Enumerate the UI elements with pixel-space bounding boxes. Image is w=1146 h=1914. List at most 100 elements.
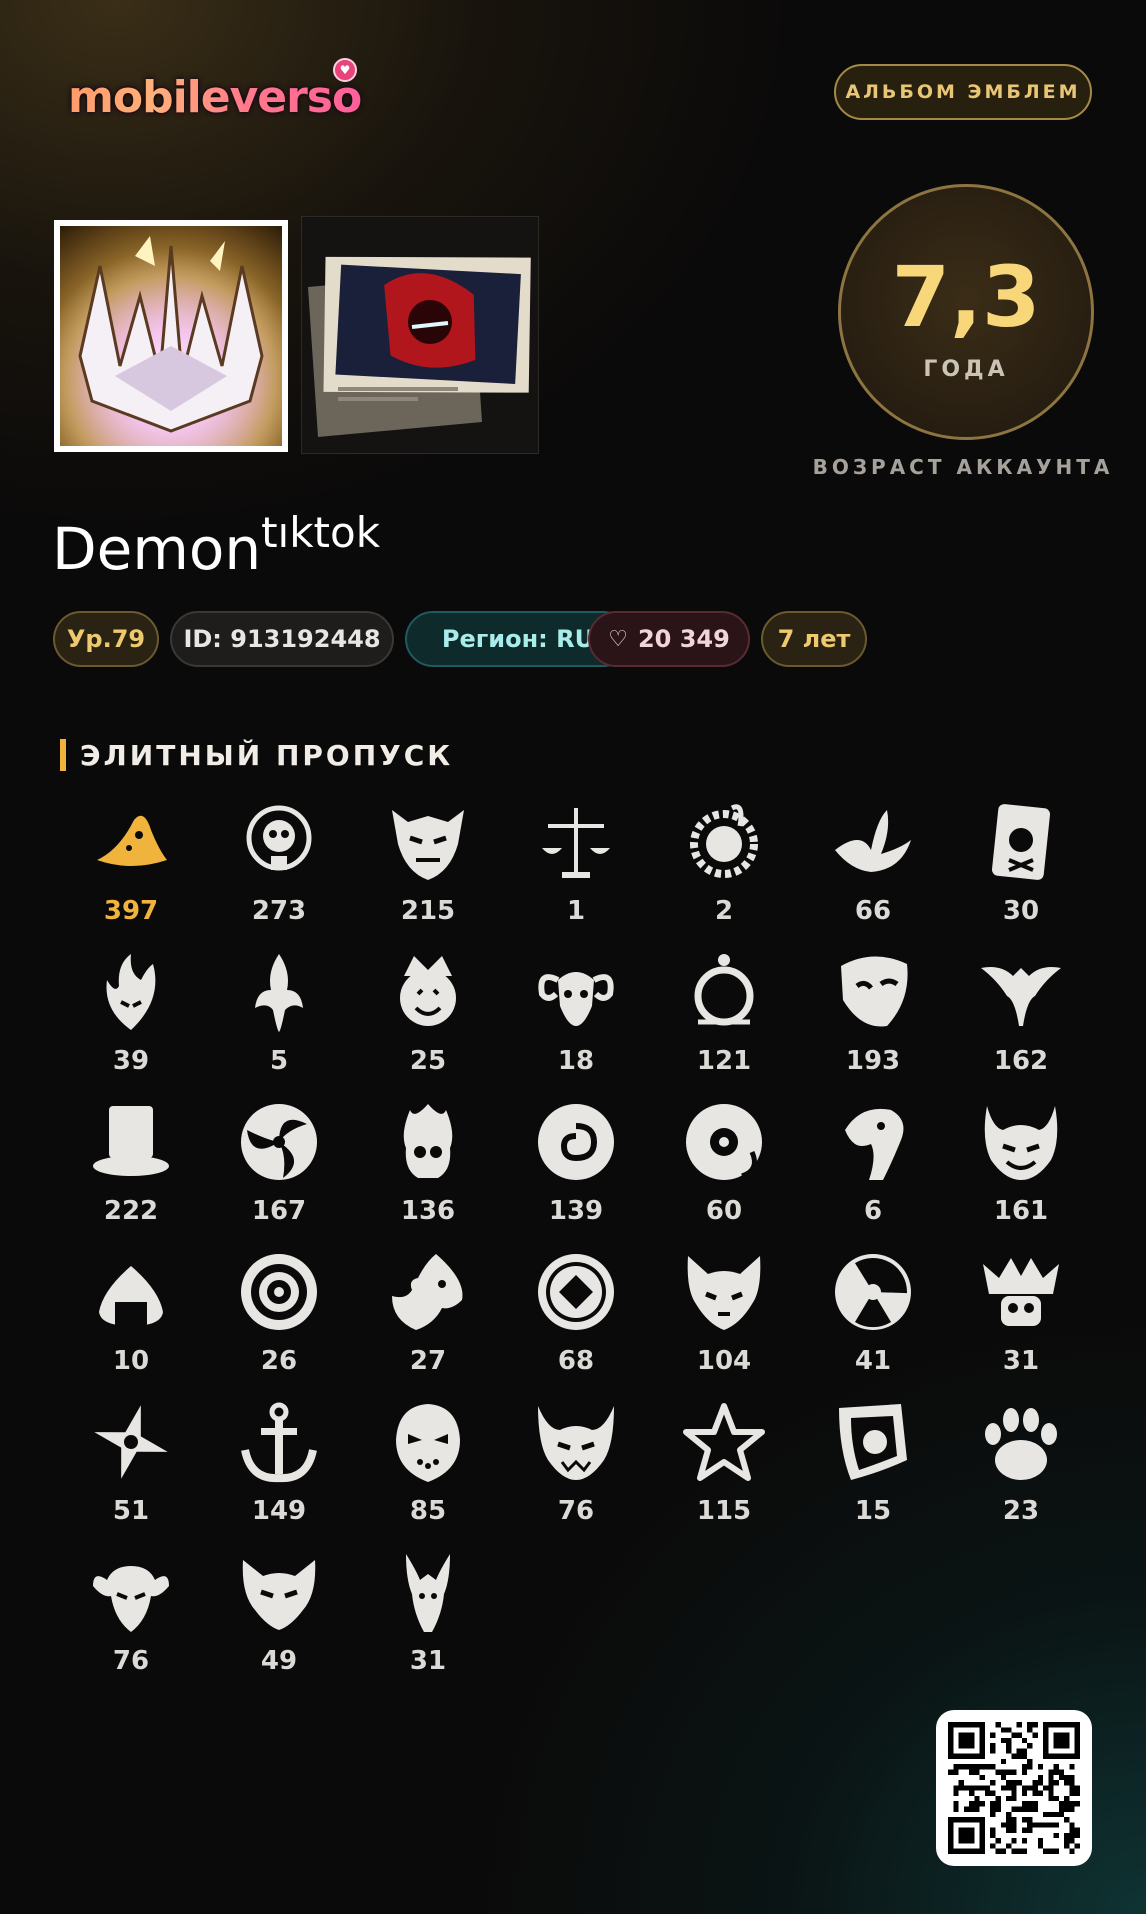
emblem-item[interactable]: 66 bbox=[798, 800, 948, 930]
emblem-item[interactable]: 104 bbox=[649, 1250, 799, 1380]
emblem-item[interactable]: 136 bbox=[353, 1100, 503, 1230]
phoenix-icon bbox=[255, 954, 303, 1032]
emblem-count: 193 bbox=[845, 1046, 901, 1076]
emblem-item[interactable]: 5 bbox=[204, 950, 354, 1080]
emblem-item[interactable]: 76 bbox=[501, 1400, 651, 1530]
mobileverso-logo: mobileverso ♥ bbox=[60, 58, 362, 128]
bear-paw-icon bbox=[985, 1408, 1057, 1480]
beast-head-icon bbox=[242, 1560, 316, 1630]
emblem-item[interactable]: 85 bbox=[353, 1400, 503, 1530]
emblem-item[interactable]: 68 bbox=[501, 1250, 651, 1380]
emblem-item[interactable]: 31 bbox=[946, 1250, 1096, 1380]
emblem-item[interactable]: 162 bbox=[946, 950, 1096, 1080]
emblem-item[interactable]: 49 bbox=[204, 1550, 354, 1680]
level-chip: Ур.79 bbox=[53, 611, 159, 667]
qr-code bbox=[936, 1710, 1092, 1866]
emblem-count: 15 bbox=[854, 1496, 892, 1526]
emblem-count: 167 bbox=[251, 1196, 307, 1226]
emblem-item[interactable]: 15 bbox=[798, 1400, 948, 1530]
emblem-count: 149 bbox=[251, 1496, 307, 1526]
emblem-item[interactable]: 31 bbox=[353, 1550, 503, 1680]
emblem-count: 115 bbox=[696, 1496, 752, 1526]
fox-head-icon bbox=[687, 1256, 761, 1330]
emblem-count: 18 bbox=[557, 1046, 595, 1076]
emblem-count: 397 bbox=[103, 896, 159, 926]
emblem-count: 30 bbox=[1002, 896, 1040, 926]
emblem-item[interactable]: 273 bbox=[204, 800, 354, 930]
emblem-item[interactable]: 25 bbox=[353, 950, 503, 1080]
account-age-caption: ВОЗРАСТ АККАУНТА bbox=[812, 455, 1114, 479]
emblem-item[interactable]: 23 bbox=[946, 1400, 1096, 1530]
coin-diamond-icon bbox=[538, 1254, 614, 1330]
emblem-item[interactable]: 39 bbox=[56, 950, 206, 1080]
emblem-count: 51 bbox=[112, 1496, 150, 1526]
photo-cards-icon bbox=[308, 256, 531, 437]
rabbit-gear-icon bbox=[690, 804, 758, 878]
flame-spirit-icon bbox=[106, 954, 156, 1030]
player-id-chip: ID: 913192448 bbox=[170, 611, 394, 667]
nickname-main: Demon bbox=[52, 515, 262, 583]
section-accent-bar bbox=[60, 739, 66, 771]
emblem-item[interactable]: 1 bbox=[501, 800, 651, 930]
emblem-count: 136 bbox=[400, 1196, 456, 1226]
heart-outline-icon: ♡ bbox=[608, 626, 628, 652]
emblem-item[interactable]: 26 bbox=[204, 1250, 354, 1380]
account-age-unit: ГОДА bbox=[923, 357, 1009, 382]
emblem-item[interactable]: 41 bbox=[798, 1250, 948, 1380]
section-header: ЭЛИТНЫЙ ПРОПУСК bbox=[60, 738, 453, 772]
theater-mask-icon bbox=[841, 956, 908, 1027]
section-title: ЭЛИТНЫЙ ПРОПУСК bbox=[80, 738, 454, 772]
eagle-head-icon bbox=[845, 1108, 904, 1180]
emblem-item[interactable]: 161 bbox=[946, 1100, 1096, 1230]
emblem-item[interactable]: 222 bbox=[56, 1100, 206, 1230]
emblem-count: 162 bbox=[993, 1046, 1049, 1076]
emblem-item[interactable]: 2 bbox=[649, 800, 799, 930]
account-age-value: 7,3 bbox=[891, 248, 1041, 346]
emblem-item[interactable]: 149 bbox=[204, 1400, 354, 1530]
emblem-count: 1 bbox=[566, 896, 586, 926]
emblem-count: 222 bbox=[103, 1196, 159, 1226]
emblem-item[interactable]: 10 bbox=[56, 1250, 206, 1380]
emblem-item[interactable]: 30 bbox=[946, 800, 1096, 930]
heart-badge-icon: ♥ bbox=[333, 58, 357, 82]
emblem-count: 5 bbox=[269, 1046, 289, 1076]
emblem-count: 25 bbox=[409, 1046, 447, 1076]
emblem-item[interactable]: 121 bbox=[649, 950, 799, 1080]
player-nickname: Demontıktok bbox=[52, 509, 380, 583]
emblem-album-button[interactable]: АЛЬБОМ ЭМБЛЕМ bbox=[834, 64, 1092, 120]
emblem-item[interactable]: 193 bbox=[798, 950, 948, 1080]
emblem-count: 31 bbox=[409, 1646, 447, 1676]
emblem-count: 215 bbox=[400, 896, 456, 926]
oni-mask-icon bbox=[392, 810, 464, 880]
emblem-count: 10 bbox=[112, 1346, 150, 1376]
emblem-item[interactable]: 18 bbox=[501, 950, 651, 1080]
vinyl-disc-icon bbox=[686, 1104, 762, 1180]
emblem-count: 39 bbox=[112, 1046, 150, 1076]
likes-count: 20 349 bbox=[637, 625, 730, 653]
radiation-icon bbox=[835, 1254, 911, 1330]
emblem-item[interactable]: 76 bbox=[56, 1550, 206, 1680]
emblem-count: 104 bbox=[696, 1346, 752, 1376]
emblem-item[interactable]: 6 bbox=[798, 1100, 948, 1230]
emblem-count: 68 bbox=[557, 1346, 595, 1376]
top-hat-icon bbox=[93, 1106, 169, 1176]
target-ring-icon bbox=[241, 1254, 317, 1330]
emblem-item[interactable]: 115 bbox=[649, 1400, 799, 1530]
emblem-count: 76 bbox=[557, 1496, 595, 1526]
emblem-item[interactable]: 60 bbox=[649, 1100, 799, 1230]
emblem-item[interactable]: 215 bbox=[353, 800, 503, 930]
emblem-count: 31 bbox=[1002, 1346, 1040, 1376]
emblem-item[interactable]: 51 bbox=[56, 1400, 206, 1530]
qr-code-icon bbox=[948, 1722, 1080, 1854]
crown-spikes-icon bbox=[60, 226, 282, 446]
jester-face-icon bbox=[400, 956, 456, 1026]
emblem-item[interactable]: 397 bbox=[56, 800, 206, 930]
scales-icon bbox=[542, 808, 610, 878]
bat-wings-icon bbox=[981, 967, 1061, 1026]
emblem-count: 76 bbox=[112, 1646, 150, 1676]
account-age-badge: 7,3 ГОДА bbox=[838, 184, 1094, 440]
emblem-count: 6 bbox=[863, 1196, 883, 1226]
emblem-item[interactable]: 27 bbox=[353, 1250, 503, 1380]
emblem-item[interactable]: 167 bbox=[204, 1100, 354, 1230]
emblem-item[interactable]: 139 bbox=[501, 1100, 651, 1230]
